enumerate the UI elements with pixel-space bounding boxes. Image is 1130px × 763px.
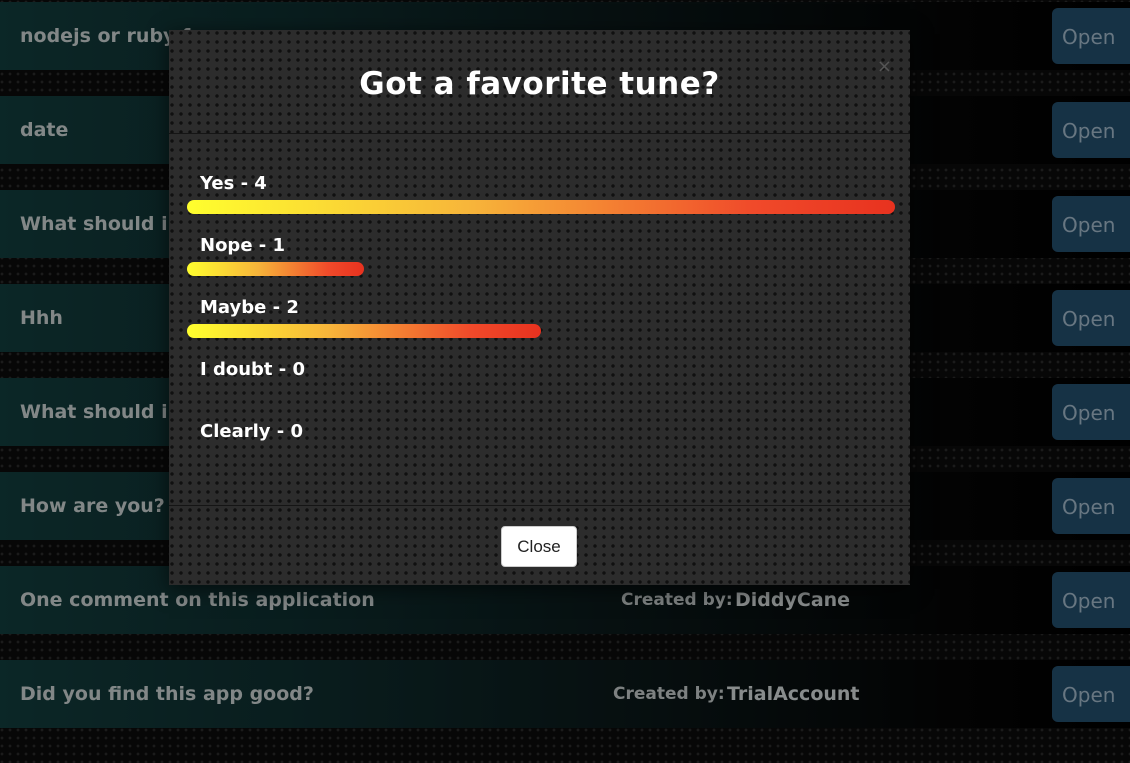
option-label: I doubt - 0: [200, 359, 306, 380]
modal-title: Got a favorite tune?: [359, 66, 720, 102]
option-label: Clearly - 0: [200, 421, 304, 442]
option-label: Nope - 1: [200, 235, 286, 256]
option-bar: [187, 200, 895, 214]
modal-header: Got a favorite tune? ×: [169, 30, 910, 134]
modal-footer: Close: [169, 505, 910, 586]
poll-results-modal: Got a favorite tune? × Yes - 4 Nope - 1 …: [169, 30, 910, 585]
option-bar-track: [187, 386, 895, 400]
option-bar-track: [187, 200, 895, 214]
option-bar-track: [187, 262, 895, 276]
option-bar-track: [187, 324, 895, 338]
close-button[interactable]: Close: [501, 526, 577, 567]
option-bar-track: [187, 448, 895, 462]
option-bar: [187, 324, 541, 338]
option-bar: [187, 262, 364, 276]
close-icon[interactable]: ×: [877, 56, 892, 77]
option-label: Maybe - 2: [200, 297, 299, 318]
option-label: Yes - 4: [200, 173, 267, 194]
